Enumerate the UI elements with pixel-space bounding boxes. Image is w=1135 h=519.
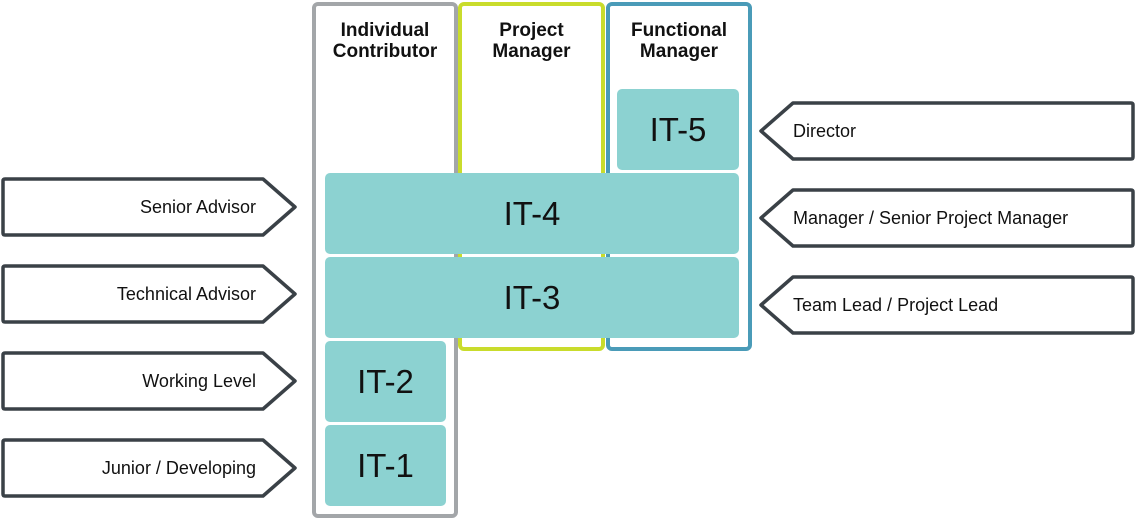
- track-title: Project Manager: [462, 20, 601, 62]
- right-tag-manager-senior-pm: Manager / Senior Project Manager: [759, 188, 1135, 248]
- left-tag-senior-advisor: Senior Advisor: [1, 177, 298, 237]
- left-tag-junior-developing: Junior / Developing: [1, 438, 298, 498]
- track-title-line: Manager: [639, 41, 719, 62]
- tag-label: Working Level: [142, 370, 256, 391]
- track-title-line: Manager: [492, 41, 571, 62]
- level-it-5: IT-5: [617, 89, 739, 170]
- level-it-3: IT-3: [325, 257, 739, 338]
- tag-label: Director: [793, 120, 857, 141]
- tag-label: Manager / Senior Project Manager: [793, 207, 1069, 228]
- right-tag-team-lead-project-lead: Team Lead / Project Lead: [759, 275, 1135, 335]
- track-title-line: Individual: [340, 20, 430, 41]
- track-title-line: Contributor: [332, 41, 438, 62]
- level-it-4: IT-4: [325, 173, 739, 254]
- left-tag-working-level: Working Level: [1, 351, 298, 411]
- track-title-line: Project: [499, 20, 564, 41]
- level-it-1: IT-1: [325, 425, 446, 506]
- left-tag-technical-advisor: Technical Advisor: [1, 264, 298, 324]
- tag-label: Team Lead / Project Lead: [793, 294, 999, 315]
- right-tag-director: Director: [759, 101, 1135, 161]
- tag-label: Junior / Developing: [101, 457, 256, 478]
- track-title-line: Functional: [630, 20, 728, 41]
- tag-label: Senior Advisor: [139, 196, 256, 217]
- track-title: Individual Contributor: [316, 20, 454, 62]
- track-title: Functional Manager: [610, 20, 748, 62]
- tag-label: Technical Advisor: [116, 283, 256, 304]
- level-it-2: IT-2: [325, 341, 446, 422]
